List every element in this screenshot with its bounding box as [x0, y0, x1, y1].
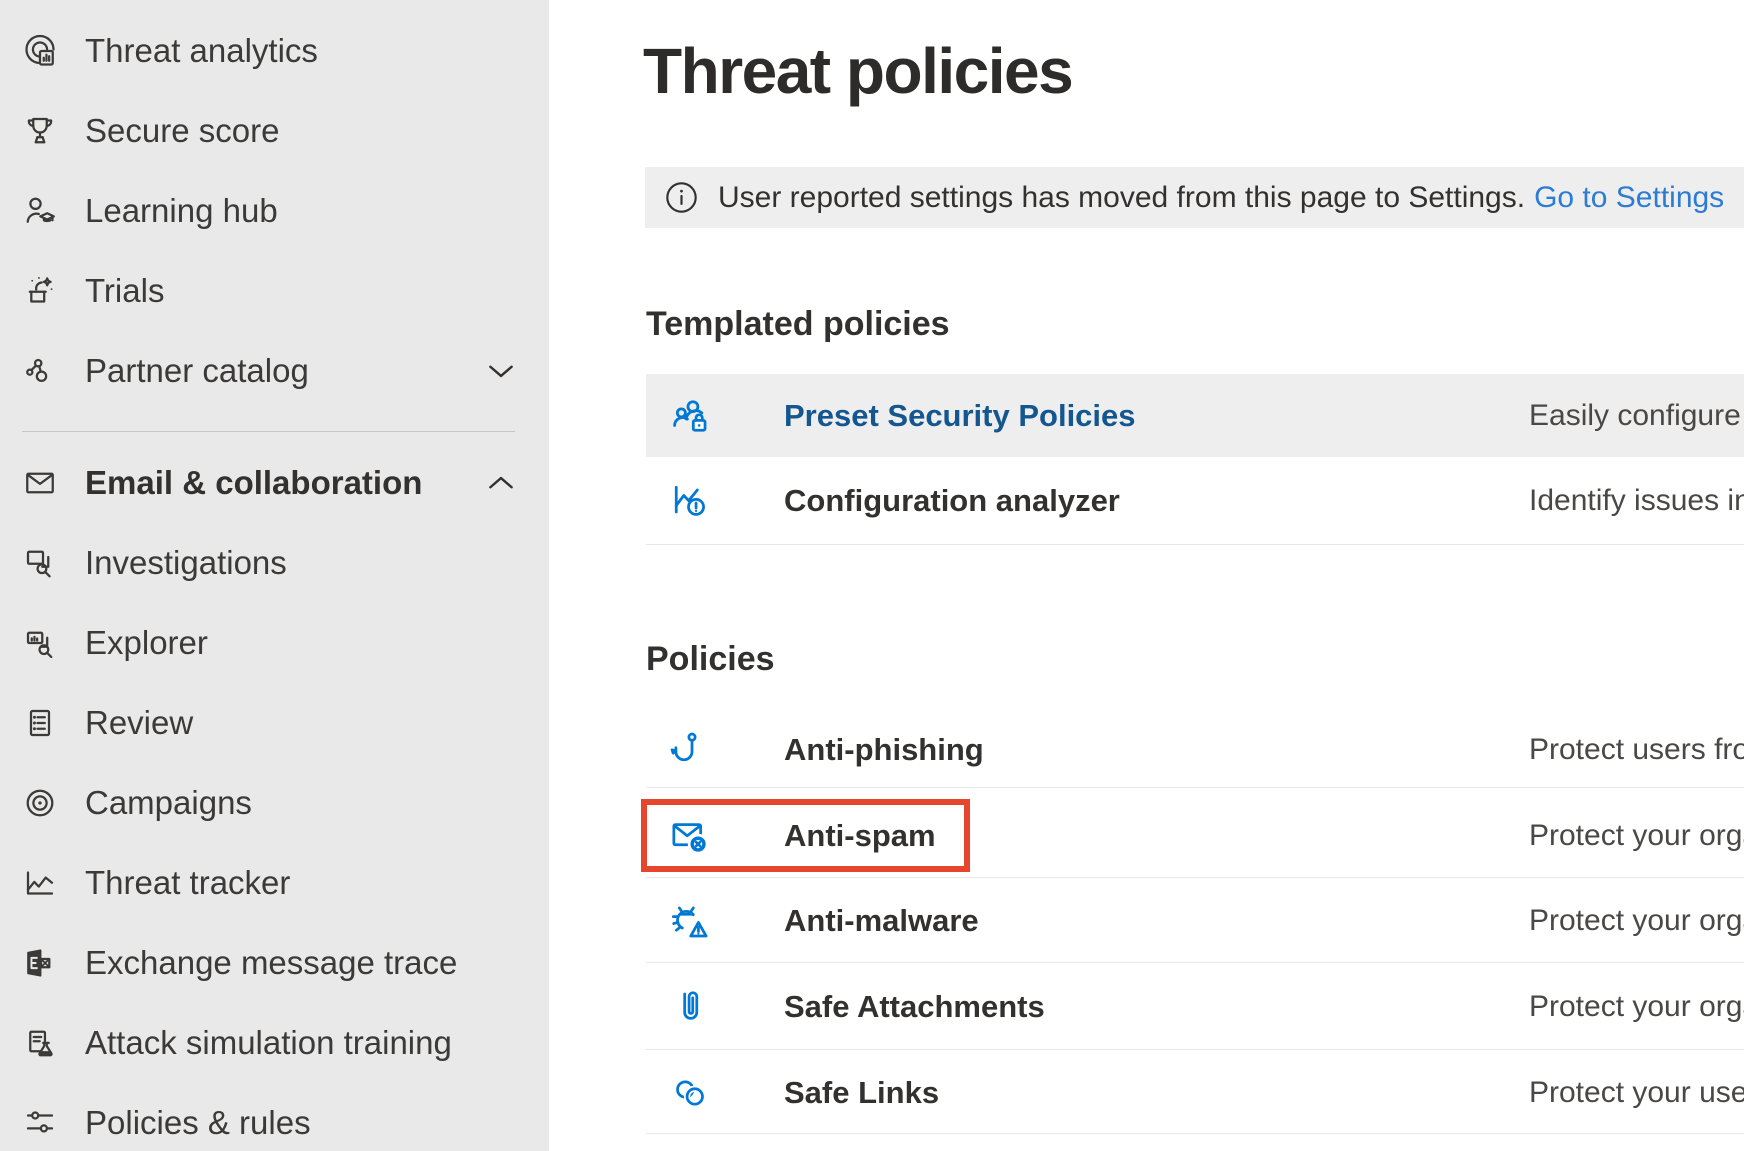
sidebar-item-label: Threat analytics	[85, 32, 318, 70]
section-heading-templated-policies: Templated policies	[646, 305, 950, 344]
row-anti-malware[interactable]: Anti-malware Protect your organiz	[646, 878, 1744, 964]
sidebar-item-label: Review	[85, 704, 193, 742]
threat-tracker-icon	[22, 865, 58, 901]
policy-row-description: Protect your organiz	[1529, 990, 1744, 1024]
sidebar-item-campaigns[interactable]: Campaigns	[0, 763, 549, 843]
section-heading-policies: Policies	[646, 640, 775, 679]
campaigns-icon	[22, 785, 58, 821]
page-title: Threat policies	[643, 34, 1072, 108]
policy-row-label[interactable]: Configuration analyzer	[784, 483, 1120, 519]
chevron-down-icon[interactable]	[484, 354, 518, 388]
sidebar-item-partner-catalog[interactable]: Partner catalog	[0, 331, 549, 411]
policy-row-description: Protect users from p	[1529, 733, 1744, 767]
safe-attachments-icon	[668, 985, 712, 1029]
sidebar-item-learning-hub[interactable]: Learning hub	[0, 171, 549, 251]
trophy-icon	[22, 113, 58, 149]
sidebar-item-label: Explorer	[85, 624, 208, 662]
policy-row-description: Identify issues in you	[1529, 484, 1744, 518]
policy-row-label[interactable]: Anti-malware	[784, 903, 979, 939]
policy-row-label[interactable]: Safe Links	[784, 1075, 939, 1111]
sidebar-item-label: Email & collaboration	[85, 464, 422, 502]
row-anti-phishing[interactable]: Anti-phishing Protect users from p	[646, 707, 1744, 793]
sidebar-item-policies-rules[interactable]: Policies & rules	[0, 1083, 549, 1151]
policy-row-label[interactable]: Preset Security Policies	[784, 398, 1136, 434]
chevron-up-icon[interactable]	[484, 466, 518, 500]
policy-row-description: Protect your organiz	[1529, 904, 1744, 938]
row-configuration-analyzer[interactable]: Configuration analyzer Identify issues i…	[646, 458, 1744, 544]
configuration-analyzer-icon	[668, 479, 712, 523]
row-preset-security-policies[interactable]: Preset Security Policies Easily configur…	[646, 374, 1744, 457]
policy-row-description: Protect your users fr	[1529, 1076, 1744, 1110]
row-anti-spam[interactable]: Anti-spam Protect your organiz	[646, 793, 1744, 879]
anti-malware-icon	[668, 899, 712, 943]
trials-icon	[22, 273, 58, 309]
sidebar-item-label: Exchange message trace	[85, 944, 457, 982]
row-divider	[646, 1133, 1744, 1134]
review-icon	[22, 705, 58, 741]
sidebar-item-label: Attack simulation training	[85, 1024, 452, 1062]
row-safe-links[interactable]: Safe Links Protect your users fr	[646, 1050, 1744, 1136]
partner-catalog-icon	[22, 353, 58, 389]
policy-row-label[interactable]: Anti-spam	[784, 818, 936, 854]
investigations-icon	[22, 545, 58, 581]
policy-row-label[interactable]: Safe Attachments	[784, 989, 1045, 1025]
explorer-icon	[22, 625, 58, 661]
sidebar-item-label: Campaigns	[85, 784, 252, 822]
sidebar-item-email-collaboration[interactable]: Email & collaboration	[0, 443, 549, 523]
go-to-settings-link[interactable]: Go to Settings	[1534, 181, 1724, 215]
sidebar: Threat analytics Secure score Learning h…	[0, 0, 549, 1151]
policy-row-description: Easily configure prot	[1529, 399, 1744, 433]
preset-security-policies-icon	[668, 394, 712, 438]
row-divider	[646, 544, 1744, 545]
row-divider	[646, 787, 1744, 788]
sidebar-item-review[interactable]: Review	[0, 683, 549, 763]
banner-text: User reported settings has moved from th…	[718, 181, 1525, 215]
attack-simulation-icon	[22, 1025, 58, 1061]
sidebar-item-label: Threat tracker	[85, 864, 290, 902]
info-banner: User reported settings has moved from th…	[645, 167, 1744, 228]
policies-rules-icon	[22, 1105, 58, 1141]
info-icon	[663, 179, 700, 216]
sidebar-item-label: Trials	[85, 272, 164, 310]
anti-phishing-icon	[668, 728, 712, 772]
app-root: Threat analytics Secure score Learning h…	[0, 0, 1744, 1151]
sidebar-divider	[22, 431, 515, 432]
mail-icon	[22, 465, 58, 501]
sidebar-item-threat-analytics[interactable]: Threat analytics	[0, 11, 549, 91]
sidebar-item-trials[interactable]: Trials	[0, 251, 549, 331]
threat-analytics-icon	[22, 33, 58, 69]
sidebar-item-explorer[interactable]: Explorer	[0, 603, 549, 683]
sidebar-item-label: Partner catalog	[85, 352, 309, 390]
sidebar-item-label: Learning hub	[85, 192, 278, 230]
safe-links-icon	[668, 1071, 712, 1115]
policy-row-label[interactable]: Anti-phishing	[784, 732, 984, 768]
row-divider	[646, 962, 1744, 963]
sidebar-item-investigations[interactable]: Investigations	[0, 523, 549, 603]
sidebar-item-attack-simulation-training[interactable]: Attack simulation training	[0, 1003, 549, 1083]
sidebar-item-exchange-message-trace[interactable]: Exchange message trace	[0, 923, 549, 1003]
anti-spam-icon	[668, 814, 712, 858]
sidebar-item-label: Policies & rules	[85, 1104, 311, 1142]
sidebar-item-label: Secure score	[85, 112, 279, 150]
sidebar-item-secure-score[interactable]: Secure score	[0, 91, 549, 171]
sidebar-item-threat-tracker[interactable]: Threat tracker	[0, 843, 549, 923]
exchange-icon	[22, 945, 58, 981]
policy-row-description: Protect your organiz	[1529, 819, 1744, 853]
learning-hub-icon	[22, 193, 58, 229]
row-safe-attachments[interactable]: Safe Attachments Protect your organiz	[646, 964, 1744, 1050]
sidebar-item-label: Investigations	[85, 544, 287, 582]
